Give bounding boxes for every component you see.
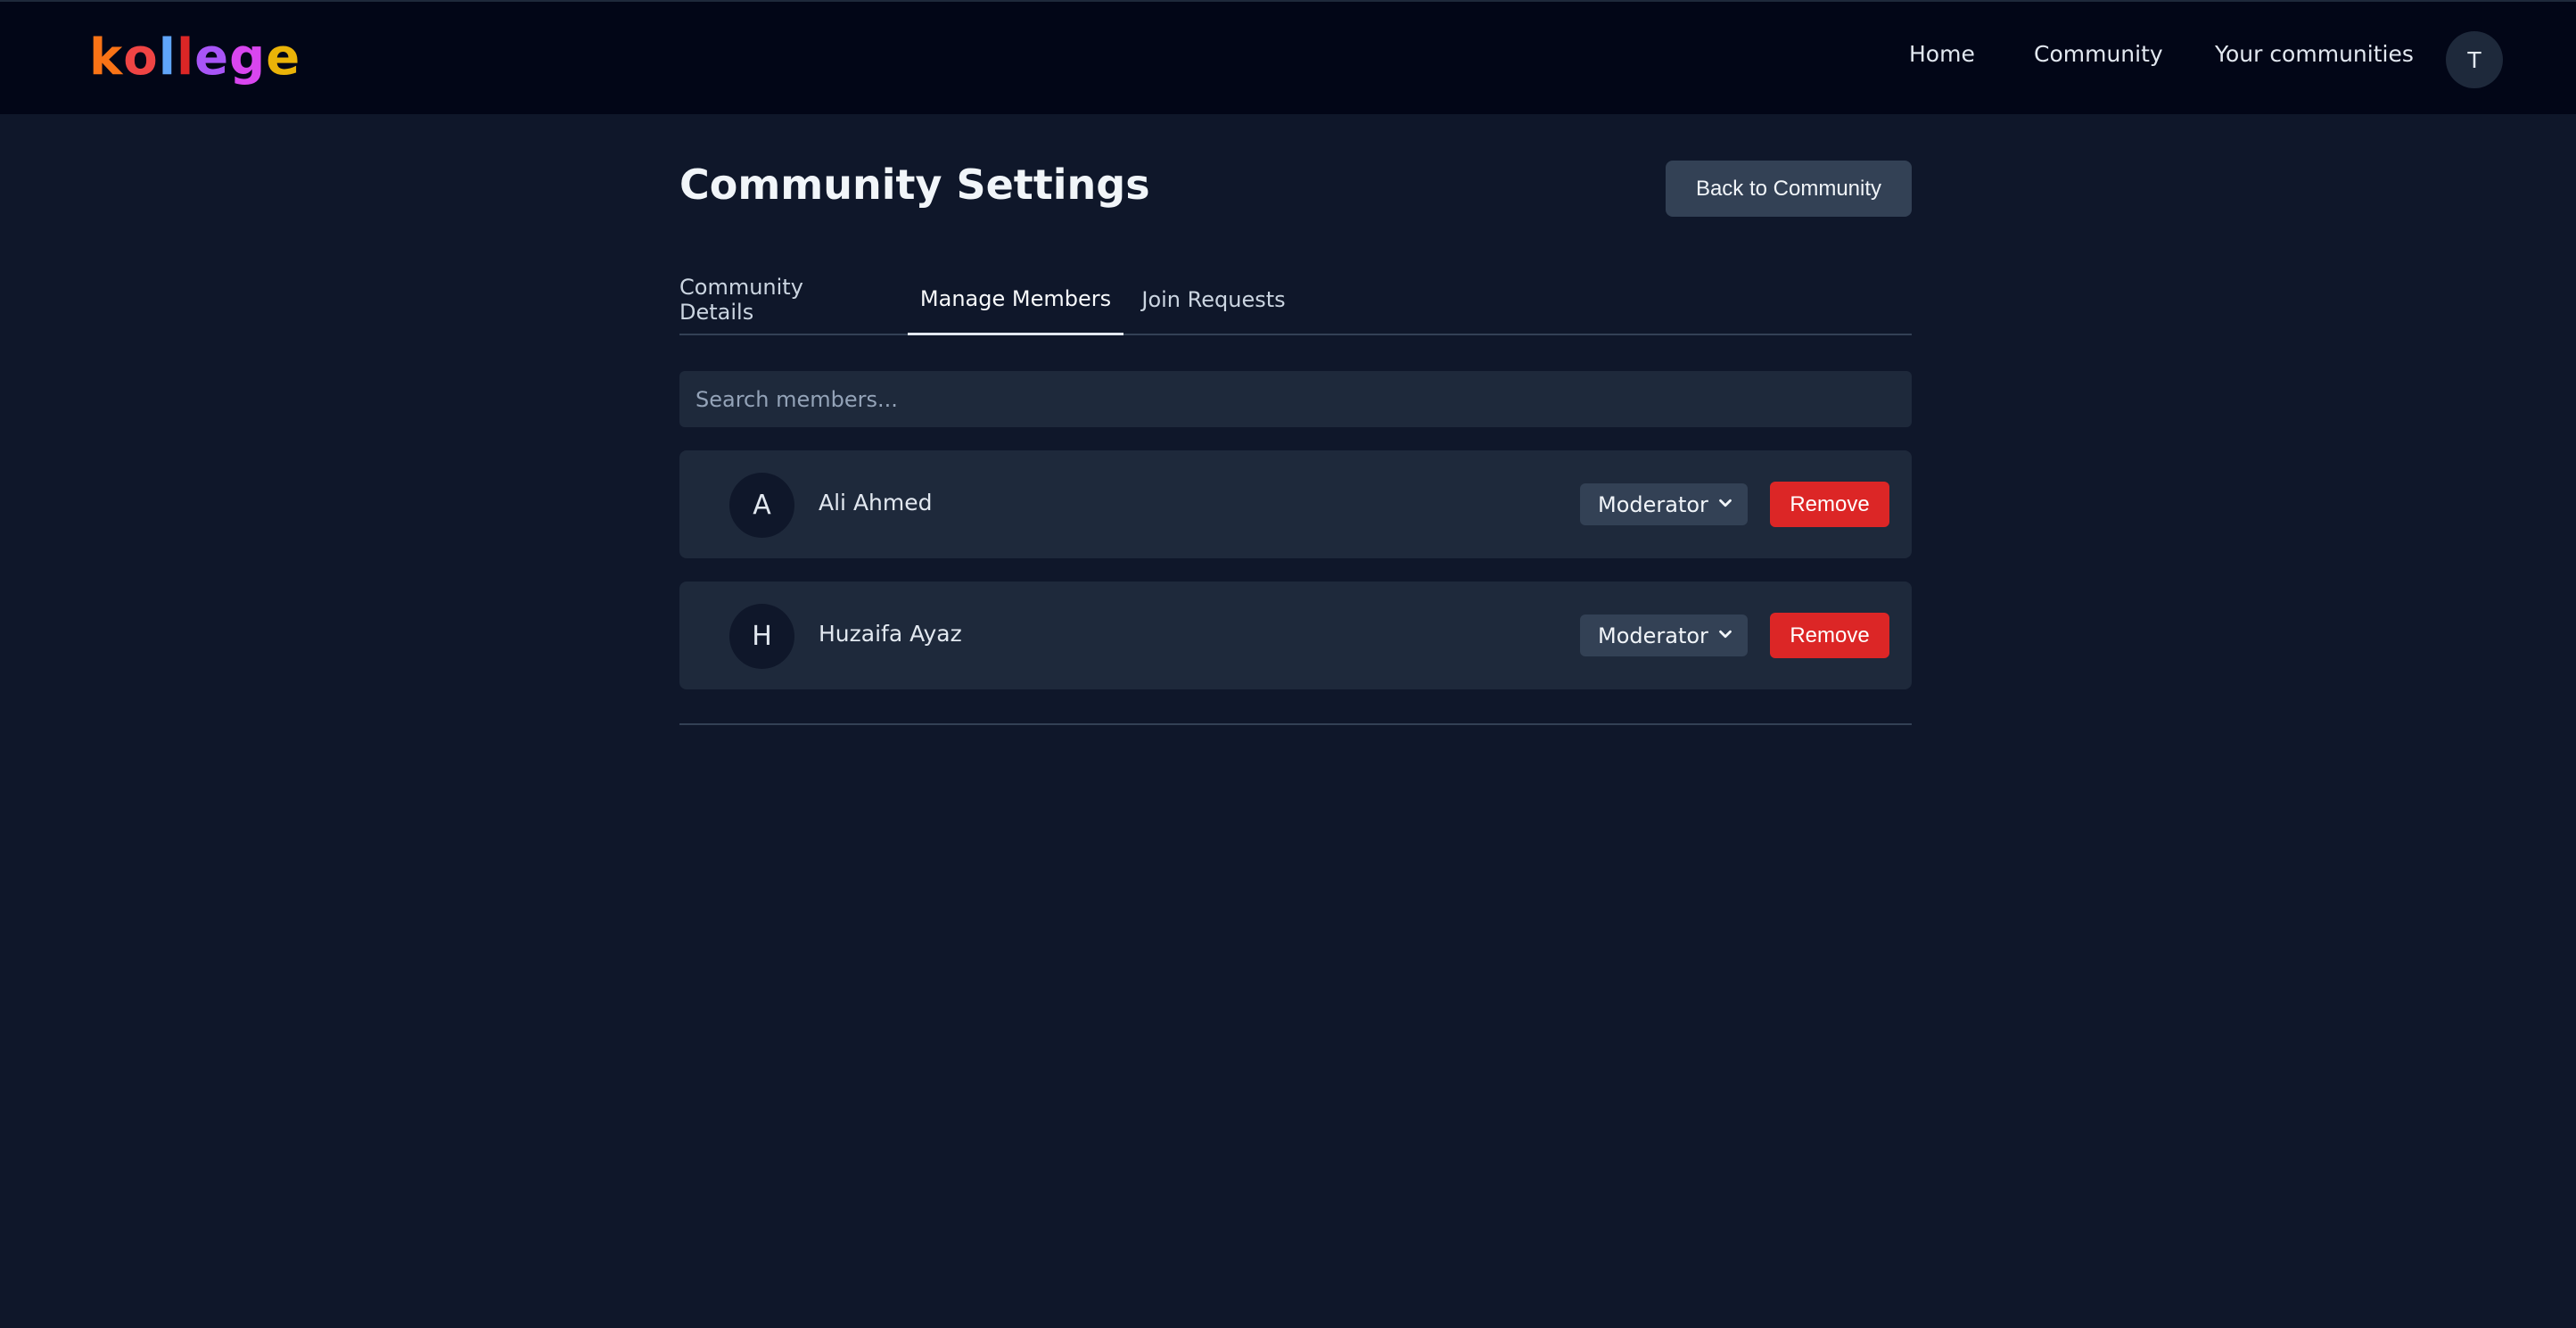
logo-letter: g xyxy=(229,29,267,87)
role-select[interactable]: Moderator xyxy=(1580,483,1748,525)
remove-member-button[interactable]: Remove xyxy=(1770,482,1889,527)
member-name: Ali Ahmed xyxy=(819,490,933,516)
tab-community-details[interactable]: Community Details xyxy=(679,264,852,335)
top-navbar: kollege Home Community Your communities … xyxy=(0,0,2576,114)
logo-letter: l xyxy=(176,29,195,87)
member-avatar: A xyxy=(729,473,794,538)
logo-letter: k xyxy=(89,29,124,87)
logo-letter: e xyxy=(194,29,230,87)
role-select-value: Moderator xyxy=(1598,491,1708,517)
search-members-input[interactable] xyxy=(679,371,1912,427)
chevron-down-icon xyxy=(1719,499,1732,507)
page-title: Community Settings xyxy=(679,161,1150,209)
role-select[interactable]: Moderator xyxy=(1580,615,1748,656)
chevron-down-icon xyxy=(1719,630,1732,639)
user-avatar-initial: T xyxy=(2467,46,2481,73)
divider xyxy=(679,723,1912,725)
tab-join-requests[interactable]: Join Requests xyxy=(1136,264,1291,335)
nav-link-community[interactable]: Community xyxy=(2034,41,2163,67)
member-row: A Ali Ahmed Moderator Remove xyxy=(679,450,1912,558)
remove-member-button[interactable]: Remove xyxy=(1770,613,1889,658)
back-to-community-button[interactable]: Back to Community xyxy=(1666,161,1912,217)
kollege-logo[interactable]: kollege xyxy=(89,29,300,87)
nav-link-your-communities[interactable]: Your communities xyxy=(2215,41,2414,67)
role-select-value: Moderator xyxy=(1598,623,1708,648)
member-row: H Huzaifa Ayaz Moderator Remove xyxy=(679,582,1912,689)
settings-tabs: Community Details Manage Members Join Re… xyxy=(679,264,1912,335)
nav-link-home[interactable]: Home xyxy=(1909,41,1975,67)
user-avatar[interactable]: T xyxy=(2446,31,2503,88)
tab-manage-members[interactable]: Manage Members xyxy=(908,264,1123,335)
logo-letter: o xyxy=(123,29,159,87)
logo-letter: e xyxy=(266,29,301,87)
member-name: Huzaifa Ayaz xyxy=(819,621,962,647)
member-avatar: H xyxy=(729,604,794,669)
logo-letter: l xyxy=(158,29,177,87)
